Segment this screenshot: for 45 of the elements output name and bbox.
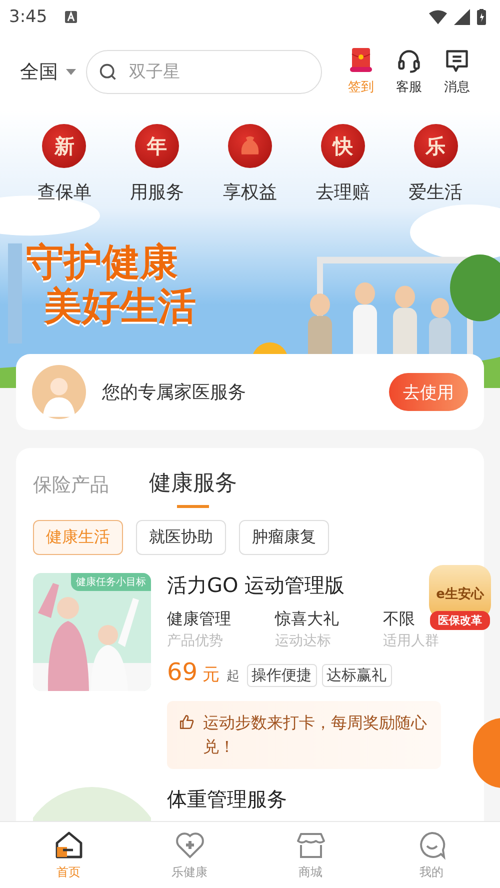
- wifi-icon: [429, 9, 447, 25]
- signal-icon: [453, 9, 471, 25]
- product-title[interactable]: 活力GO 运动管理版: [167, 573, 345, 597]
- price-unit: 元: [202, 664, 220, 686]
- doctor-avatar: [32, 365, 86, 419]
- highlight-text: 运动步数来打卡，每周奖励随心兑！: [203, 712, 428, 758]
- region-selector[interactable]: 全国: [20, 59, 76, 85]
- shortcut-label[interactable]: 查保单: [37, 180, 92, 204]
- status-time: 3:45: [9, 7, 48, 27]
- price-suffix: 起: [226, 668, 240, 685]
- promo-badge[interactable]: e生安心 医保改革: [425, 565, 495, 630]
- thumbs-up-icon: [179, 714, 195, 730]
- feature-caption: 运动达标: [275, 632, 332, 650]
- action-label[interactable]: 消息: [444, 78, 470, 96]
- image-tag: 健康任务小目标: [71, 573, 151, 591]
- headset-icon[interactable]: [396, 48, 422, 74]
- heart-plus-icon[interactable]: [174, 830, 204, 860]
- search-field[interactable]: 双子星: [86, 50, 322, 94]
- product-title[interactable]: 体重管理服务: [167, 787, 287, 811]
- filter-chip[interactable]: 肿瘤康复: [239, 520, 329, 555]
- action-label[interactable]: 客服: [396, 78, 422, 96]
- badge-ribbon: 医保改革: [430, 611, 490, 630]
- feature-value: 惊喜大礼: [275, 609, 340, 630]
- battery-icon: [477, 9, 486, 25]
- notification-icon: [65, 11, 78, 23]
- feature-value: 健康管理: [167, 609, 232, 630]
- feature-caption: 产品优势: [167, 632, 224, 650]
- shortcut-label[interactable]: 去理赔: [316, 180, 370, 204]
- feature-caption: 适用人群: [383, 632, 439, 650]
- gift-envelope-icon[interactable]: [348, 48, 374, 74]
- home-icon[interactable]: [54, 830, 84, 860]
- search-icon: [99, 63, 117, 81]
- caret-icon: [66, 69, 76, 75]
- feature-value: 不限: [383, 609, 416, 630]
- filter-chip[interactable]: 就医协助: [136, 520, 226, 555]
- banner-headline: 守护健康: [26, 240, 178, 284]
- product-tag: 操作便捷: [246, 664, 317, 687]
- doctor-service-text: 您的专属家医服务: [102, 381, 247, 404]
- price: 69: [167, 658, 198, 686]
- message-icon[interactable]: [444, 48, 470, 74]
- shortcut-label[interactable]: 享权益: [222, 180, 277, 204]
- shortcut-label[interactable]: 用服务: [130, 180, 184, 204]
- shortcut-label[interactable]: 爱生活: [408, 180, 463, 204]
- banner-headline: 美好生活: [42, 284, 196, 328]
- product-tag: 达标赢礼: [322, 664, 392, 687]
